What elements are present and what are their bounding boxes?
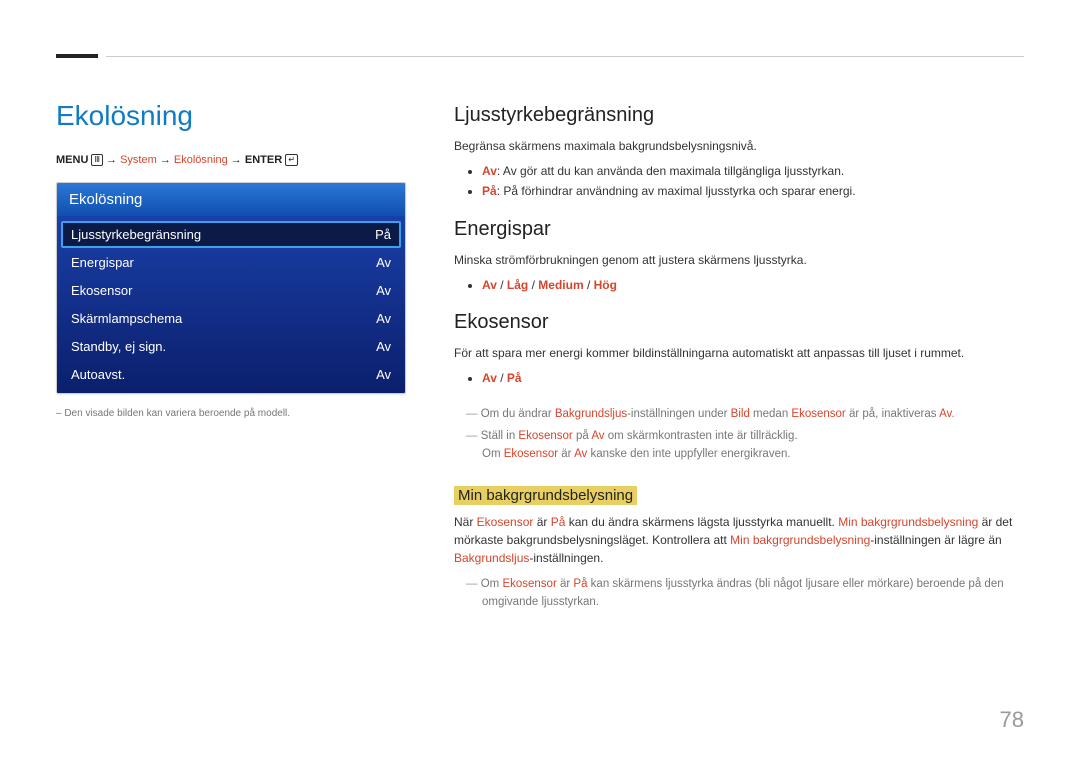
option-value: Låg	[507, 278, 528, 292]
menu-row[interactable]: Ekosensor Av	[61, 277, 401, 304]
section-intro: Minska strömförbrukningen genom att just…	[454, 251, 1024, 269]
section-heading-brightness-limit: Ljusstyrkebegränsning	[454, 104, 1024, 127]
breadcrumb-arrow: →	[106, 154, 117, 166]
page-title: Ekolösning	[56, 100, 406, 132]
breadcrumb-enter: ENTER	[245, 154, 282, 166]
section-intro: För att spara mer energi kommer bildinst…	[454, 344, 1024, 362]
bullet-text: : På förhindrar användning av maximal lj…	[497, 184, 856, 198]
bullet-item: På: På förhindrar användning av maximal …	[482, 181, 1024, 201]
option-value: Av	[482, 278, 497, 292]
menu-row[interactable]: Ljusstyrkebegränsning På	[61, 221, 401, 248]
menu-row[interactable]: Energispar Av	[61, 249, 401, 276]
subsection-heading-minbacklight: Min bakgrgrundsbelysning	[454, 486, 637, 505]
menu-row-label: Ljusstyrkebegränsning	[71, 227, 201, 242]
bullet-key: Av	[482, 164, 497, 178]
breadcrumb-arrow: →	[231, 154, 242, 166]
breadcrumb-step-eco: Ekolösning	[174, 154, 228, 166]
page-number: 78	[1000, 707, 1024, 733]
bullet-item: Av: Av gör att du kan använda den maxima…	[482, 161, 1024, 181]
breadcrumb-arrow: →	[160, 154, 171, 166]
breadcrumb-menu: MENU	[56, 154, 88, 166]
top-accent-bar	[56, 54, 98, 58]
note: Om Ekosensor är På kan skärmens ljusstyr…	[454, 575, 1024, 612]
menu-row-value: Av	[376, 311, 391, 326]
bullet-key: På	[482, 184, 497, 198]
option-value: Medium	[538, 278, 583, 292]
section-intro: Begränsa skärmens maximala bakgrundsbely…	[454, 137, 1024, 155]
note: Om du ändrar Bakgrundsljus-inställningen…	[454, 405, 1024, 423]
footnote-left: – Den visade bilden kan variera beroende…	[56, 408, 406, 419]
option-value: Hög	[594, 278, 617, 292]
option-value: På	[507, 371, 522, 385]
menu-row[interactable]: Skärmlampschema Av	[61, 305, 401, 332]
breadcrumb: MENU Ⅲ → System → Ekolösning → ENTER ↵	[56, 154, 406, 166]
menu-row-label: Standby, ej sign.	[71, 339, 166, 354]
option-separator: /	[497, 371, 507, 385]
section-heading-ekosensor: Ekosensor	[454, 311, 1024, 334]
option-separator: /	[528, 278, 538, 292]
bullet-item: Av / Låg / Medium / Hög	[482, 275, 1024, 295]
section-heading-energispar: Energispar	[454, 218, 1024, 241]
paragraph: När Ekosensor är På kan du ändra skärmen…	[454, 513, 1024, 567]
menu-row[interactable]: Standby, ej sign. Av	[61, 333, 401, 360]
menu-icon: Ⅲ	[91, 154, 103, 166]
menu-row-value: Av	[376, 255, 391, 270]
menu-row-value: På	[375, 227, 391, 242]
top-rule	[106, 56, 1024, 57]
menu-row-label: Autoavst.	[71, 367, 125, 382]
option-separator: /	[584, 278, 594, 292]
bullet-text: : Av gör att du kan använda den maximala…	[497, 164, 844, 178]
menu-panel-title: Ekolösning	[57, 183, 405, 216]
option-value: Av	[482, 371, 497, 385]
menu-row-value: Av	[376, 367, 391, 382]
enter-icon: ↵	[285, 154, 298, 166]
menu-row-label: Skärmlampschema	[71, 311, 182, 326]
menu-row-label: Ekosensor	[71, 283, 132, 298]
menu-row[interactable]: Autoavst. Av	[61, 361, 401, 388]
breadcrumb-step-system: System	[120, 154, 157, 166]
menu-row-value: Av	[376, 339, 391, 354]
menu-row-value: Av	[376, 283, 391, 298]
option-separator: /	[497, 278, 507, 292]
menu-panel: Ekolösning Ljusstyrkebegränsning På Energi…	[56, 182, 406, 394]
bullet-item: Av / På	[482, 368, 1024, 388]
menu-row-label: Energispar	[71, 255, 134, 270]
note: Ställ in Ekosensor på Av om skärmkontras…	[454, 427, 1024, 464]
